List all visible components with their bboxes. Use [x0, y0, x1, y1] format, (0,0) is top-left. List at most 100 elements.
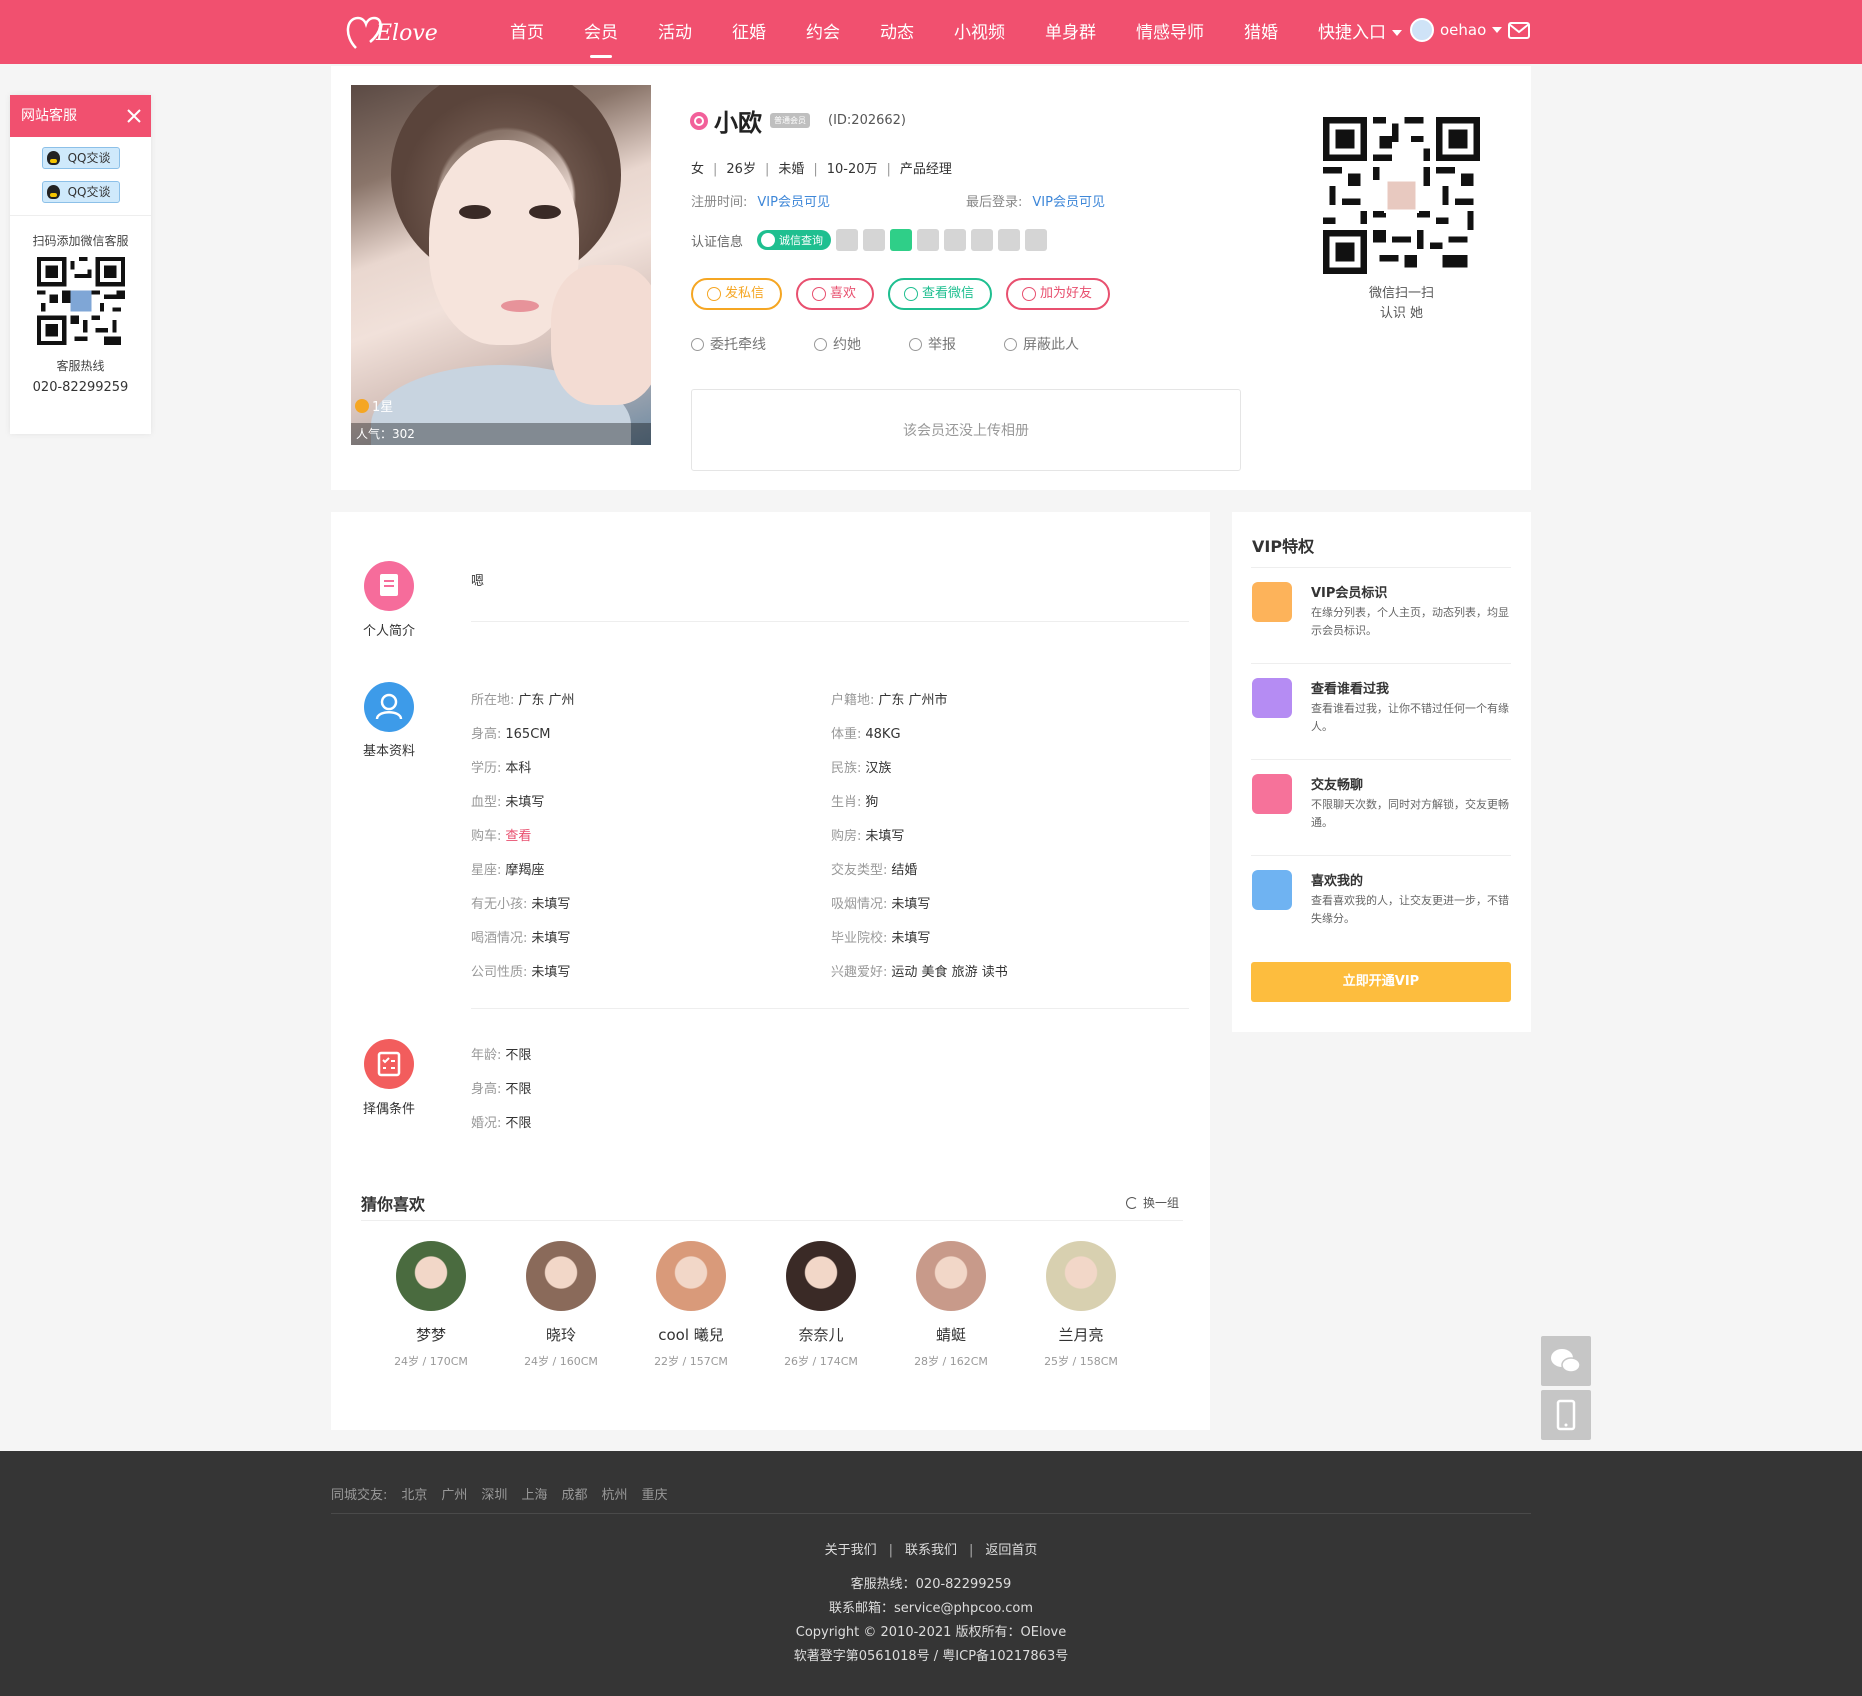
field-value: 未填写: [531, 931, 571, 946]
field-label: 购房:: [831, 829, 862, 844]
site-logo-text[interactable]: Elove: [376, 21, 438, 46]
marital-status: 未婚: [778, 162, 805, 177]
nav-home[interactable]: 首页: [490, 0, 564, 64]
block-link[interactable]: 屏蔽此人: [1004, 334, 1103, 354]
nav-events[interactable]: 活动: [638, 0, 712, 64]
avatar[interactable]: [1046, 1241, 1116, 1311]
basic-profile-icon: [364, 682, 414, 732]
like-button[interactable]: 喜欢: [796, 278, 875, 310]
last-login-value[interactable]: VIP会员可见: [1032, 195, 1105, 210]
profile-field: 身高: 165CM: [471, 723, 551, 742]
last-login-label: 最后登录:: [966, 195, 1023, 210]
report-icon: [909, 337, 922, 351]
recommended-member-name[interactable]: 奈奈儿: [766, 1324, 876, 1345]
field-value: 不限: [505, 1116, 532, 1131]
date-her-link[interactable]: 约她: [814, 334, 885, 354]
city-link[interactable]: 成都: [561, 1484, 587, 1503]
recommended-member-name[interactable]: 梦梦: [376, 1324, 486, 1345]
mail-icon[interactable]: [1508, 22, 1530, 39]
view-wechat-button[interactable]: 查看微信: [888, 278, 993, 310]
qq-chat-button[interactable]: QQ交谈: [41, 181, 120, 203]
avatar[interactable]: [786, 1241, 856, 1311]
recommended-member[interactable]: 兰月亮 25岁 / 158CM: [1026, 1241, 1136, 1369]
avatar[interactable]: [526, 1241, 596, 1311]
wechat-qr-code-icon: [36, 257, 125, 345]
send-message-button[interactable]: 发私信: [691, 278, 783, 310]
star-level: 1星: [372, 400, 394, 415]
nav-dating[interactable]: 约会: [786, 0, 860, 64]
id-card-icon: [836, 229, 859, 251]
user-menu[interactable]: oehao: [1410, 18, 1503, 42]
nav-shortcuts[interactable]: 快捷入口: [1298, 0, 1422, 64]
profile-photo[interactable]: [351, 85, 651, 445]
matchmaker-link[interactable]: 委托牵线: [691, 334, 790, 354]
city-link[interactable]: 北京: [401, 1484, 427, 1503]
refresh-button[interactable]: 换一组: [1126, 1194, 1179, 1211]
photo-lips: [501, 300, 539, 312]
home-link[interactable]: 返回首页: [985, 1543, 1037, 1558]
name-row: 小欧 普通会员 (ID:202662): [690, 103, 906, 138]
field-value: 不限: [505, 1082, 532, 1097]
nav-moments[interactable]: 动态: [860, 0, 934, 64]
footer-email: 联系邮箱：service@phpcoo.com: [828, 1601, 1034, 1616]
recommended-member[interactable]: 晓玲 24岁 / 160CM: [506, 1241, 616, 1369]
avatar[interactable]: [656, 1241, 726, 1311]
recommended-member-name[interactable]: 兰月亮: [1026, 1324, 1136, 1345]
city-link[interactable]: 广州: [441, 1484, 467, 1503]
register-value[interactable]: VIP会员可见: [757, 195, 830, 210]
qr-caption-line1: 微信扫一扫: [1368, 286, 1434, 301]
matchmaker-label: 委托牵线: [710, 337, 766, 353]
credit-check-badge[interactable]: 诚信查询: [757, 230, 832, 250]
city-link[interactable]: 深圳: [481, 1484, 507, 1503]
close-icon[interactable]: [125, 107, 143, 125]
wechat-float-button[interactable]: [1541, 1336, 1591, 1386]
field-label: 购车:: [471, 829, 502, 844]
contact-link[interactable]: 联系我们: [905, 1543, 957, 1558]
field-value: 165CM: [505, 727, 551, 742]
field-label: 身高:: [471, 1082, 502, 1097]
credit-icon: [761, 233, 776, 247]
recommended-member-name[interactable]: cool 曦兒: [636, 1324, 746, 1345]
cert-label: 认证信息: [691, 234, 744, 250]
recommended-member[interactable]: 奈奈儿 26岁 / 174CM: [766, 1241, 876, 1369]
separator: |: [969, 1543, 974, 1558]
recommended-member[interactable]: cool 曦兒 22岁 / 157CM: [636, 1241, 746, 1369]
footer-icp: 软著登字第0561018号 / 粤ICP备10217863号: [793, 1649, 1069, 1664]
city-link[interactable]: 杭州: [601, 1484, 627, 1503]
divider: [10, 215, 151, 216]
report-link[interactable]: 举报: [909, 334, 980, 354]
nav-counselor[interactable]: 情感导师: [1116, 0, 1224, 64]
field-label: 交友类型:: [831, 863, 888, 878]
last-login: 最后登录: VIP会员可见: [966, 191, 1105, 210]
about-link[interactable]: 关于我们: [825, 1543, 877, 1558]
field-value[interactable]: 查看: [505, 829, 531, 844]
recommended-member[interactable]: 梦梦 24岁 / 170CM: [376, 1241, 486, 1369]
nav-members[interactable]: 会员: [564, 0, 638, 64]
avatar[interactable]: [916, 1241, 986, 1311]
recommended-member[interactable]: 蜻蜓 28岁 / 162CM: [896, 1241, 1006, 1369]
city-link[interactable]: 重庆: [641, 1484, 667, 1503]
mobile-float-button[interactable]: [1541, 1390, 1591, 1440]
avatar[interactable]: [396, 1241, 466, 1311]
city-link[interactable]: 上海: [521, 1484, 547, 1503]
nav-short-video[interactable]: 小视频: [934, 0, 1025, 64]
recommended-member-name[interactable]: 蜻蜓: [896, 1324, 1006, 1345]
open-vip-button[interactable]: 立即开通VIP: [1251, 962, 1511, 1002]
field-value: 本科: [505, 761, 532, 776]
qq-chat-button[interactable]: QQ交谈: [41, 147, 120, 169]
nav-hunting[interactable]: 猎婚: [1224, 0, 1298, 64]
photo-album-empty: 该会员还没上传相册: [691, 389, 1241, 471]
phone-verified-icon: [890, 229, 913, 251]
field-value: 不限: [505, 1048, 532, 1063]
mate-criteria-label: 择偶条件: [362, 1102, 415, 1117]
vip-benefit-name: VIP会员标识: [1311, 586, 1388, 601]
basic-info-line: 女 | 26岁 | 未婚 | 10-20万 | 产品经理: [691, 158, 952, 177]
add-friend-button[interactable]: 加为好友: [1006, 278, 1111, 310]
nav-singles-group[interactable]: 单身群: [1025, 0, 1116, 64]
recommended-member-name[interactable]: 晓玲: [506, 1324, 616, 1345]
field-value: 未填写: [891, 897, 931, 912]
vip-benefit-item: 交友畅聊 不限聊天次数，同时对方解锁，交友更畅通。: [1251, 759, 1511, 855]
photo-hand: [551, 265, 651, 405]
star-level-badge: 1星: [355, 396, 393, 415]
nav-matchmaking[interactable]: 征婚: [712, 0, 786, 64]
